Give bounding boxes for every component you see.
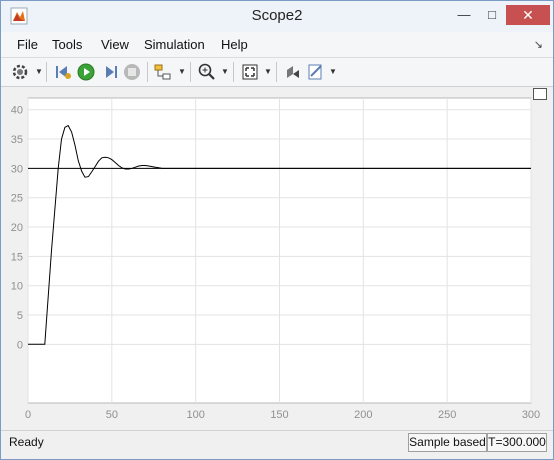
scope-plot-area: 0 50 100 150 200 250 300 0 5 10 15 20 25 30 35 40 (1, 87, 553, 428)
step-forward-icon[interactable] (100, 62, 120, 82)
y-tick-label: 0 (17, 339, 23, 351)
menu-file[interactable]: File (17, 37, 38, 52)
stop-icon[interactable] (122, 62, 142, 82)
menubar-overflow-icon[interactable]: ↘ (534, 38, 543, 51)
y-tick-label: 25 (11, 193, 23, 205)
y-tick-label: 10 (11, 281, 23, 293)
y-tick-label: 40 (11, 105, 23, 117)
step-back-icon[interactable] (53, 62, 73, 82)
scope-axes[interactable]: 0 50 100 150 200 250 300 0 5 10 15 20 25 30 35 40 (1, 87, 553, 428)
scope-window: Scope2 — □ ✕ File Tools View Simulation … (0, 0, 554, 460)
toolbar-separator (46, 62, 47, 82)
y-tick-label: 15 (11, 251, 23, 263)
status-state: Ready (9, 435, 44, 449)
x-tick-label: 50 (106, 409, 118, 421)
simulation-time-indicator: T=300.000 (487, 433, 547, 452)
x-tick-label: 0 (25, 409, 31, 421)
zoom-dropdown-icon[interactable]: ▼ (221, 67, 229, 76)
toolbar-separator (190, 62, 191, 82)
configuration-dropdown-icon[interactable]: ▼ (35, 67, 43, 76)
zoom-in-icon[interactable] (197, 62, 217, 82)
y-tick-label: 35 (11, 134, 23, 146)
x-tick-label: 250 (438, 409, 456, 421)
configuration-properties-icon[interactable] (10, 62, 30, 82)
x-tick-label: 100 (186, 409, 204, 421)
style-icon[interactable] (306, 62, 326, 82)
x-tick-label: 300 (522, 409, 540, 421)
menu-simulation[interactable]: Simulation (144, 37, 205, 52)
minimize-button[interactable]: — (453, 5, 475, 25)
y-tick-label: 20 (11, 222, 23, 234)
fit-dropdown-icon[interactable]: ▼ (264, 67, 272, 76)
close-button[interactable]: ✕ (506, 5, 550, 25)
highlight-dropdown-icon[interactable]: ▼ (178, 67, 186, 76)
toolbar-separator (233, 62, 234, 82)
sample-mode-indicator: Sample based (408, 433, 487, 452)
highlight-block-icon[interactable] (153, 62, 173, 82)
toolbar: ▼ ▼ ▼ ▼ ▼ (1, 58, 553, 87)
menu-view[interactable]: View (101, 37, 129, 52)
maximize-button[interactable]: □ (481, 5, 503, 25)
menu-help[interactable]: Help (221, 37, 248, 52)
menu-tools[interactable]: Tools (52, 37, 82, 52)
style-dropdown-icon[interactable]: ▼ (329, 67, 337, 76)
y-tick-label: 5 (17, 310, 23, 322)
toolbar-separator (147, 62, 148, 82)
menu-bar: File Tools View Simulation Help ↘ (1, 32, 553, 58)
restore-view-icon[interactable] (283, 62, 303, 82)
toolbar-separator (276, 62, 277, 82)
title-bar[interactable]: Scope2 — □ ✕ (1, 1, 553, 32)
x-tick-label: 150 (270, 409, 288, 421)
status-bar: Ready Sample based T=300.000 (1, 430, 553, 453)
fit-to-view-icon[interactable] (240, 62, 260, 82)
undock-axes-icon[interactable] (533, 88, 547, 100)
y-tick-label: 30 (11, 163, 23, 175)
run-icon[interactable] (76, 62, 96, 82)
x-tick-label: 200 (354, 409, 372, 421)
